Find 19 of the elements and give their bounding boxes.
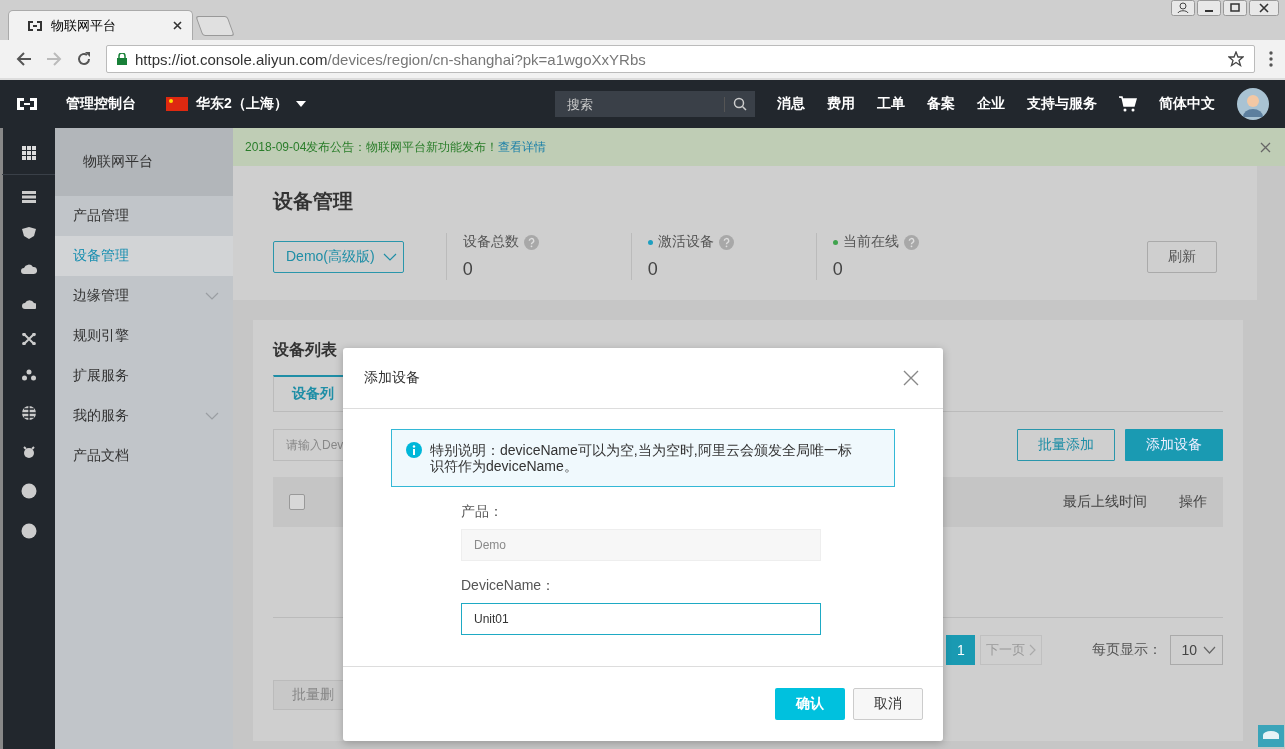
stat-label: 当前在线: [842, 233, 899, 251]
column-header: 最后上线时间: [1063, 493, 1147, 511]
url-text: https://iot.console.aliyun.com/devices/region/cn-shanghai?pk=a1wgoXxYRbs: [135, 50, 647, 68]
notice-text: 2018-09-04发布公告：物联网平台新功能发布！查看详情: [245, 138, 547, 156]
column-header: 操作: [1179, 493, 1207, 511]
dialog-title: 添加设备: [364, 369, 420, 387]
stat-value: 0: [647, 259, 659, 280]
field-label: 产品：: [461, 503, 504, 521]
stat-label: 激活设备: [657, 233, 714, 251]
stat-value: 0: [462, 259, 474, 280]
sidebar-title: 物联网平台: [55, 128, 233, 196]
page-title: 设备管理: [273, 189, 354, 214]
section-title: 设备列表: [273, 340, 338, 360]
field-label: DeviceName：: [461, 577, 557, 595]
stat-value: 0: [832, 259, 844, 280]
tab-title: 物联网平台: [51, 16, 117, 35]
page-size-label: 每页显示：: [1092, 641, 1163, 659]
info-text: 特别说明：deviceName可以为空,当为空时,阿里云会颁发全局唯一标识符作为deviceName。: [430, 442, 853, 474]
stat-label: 设备总数: [462, 233, 519, 251]
